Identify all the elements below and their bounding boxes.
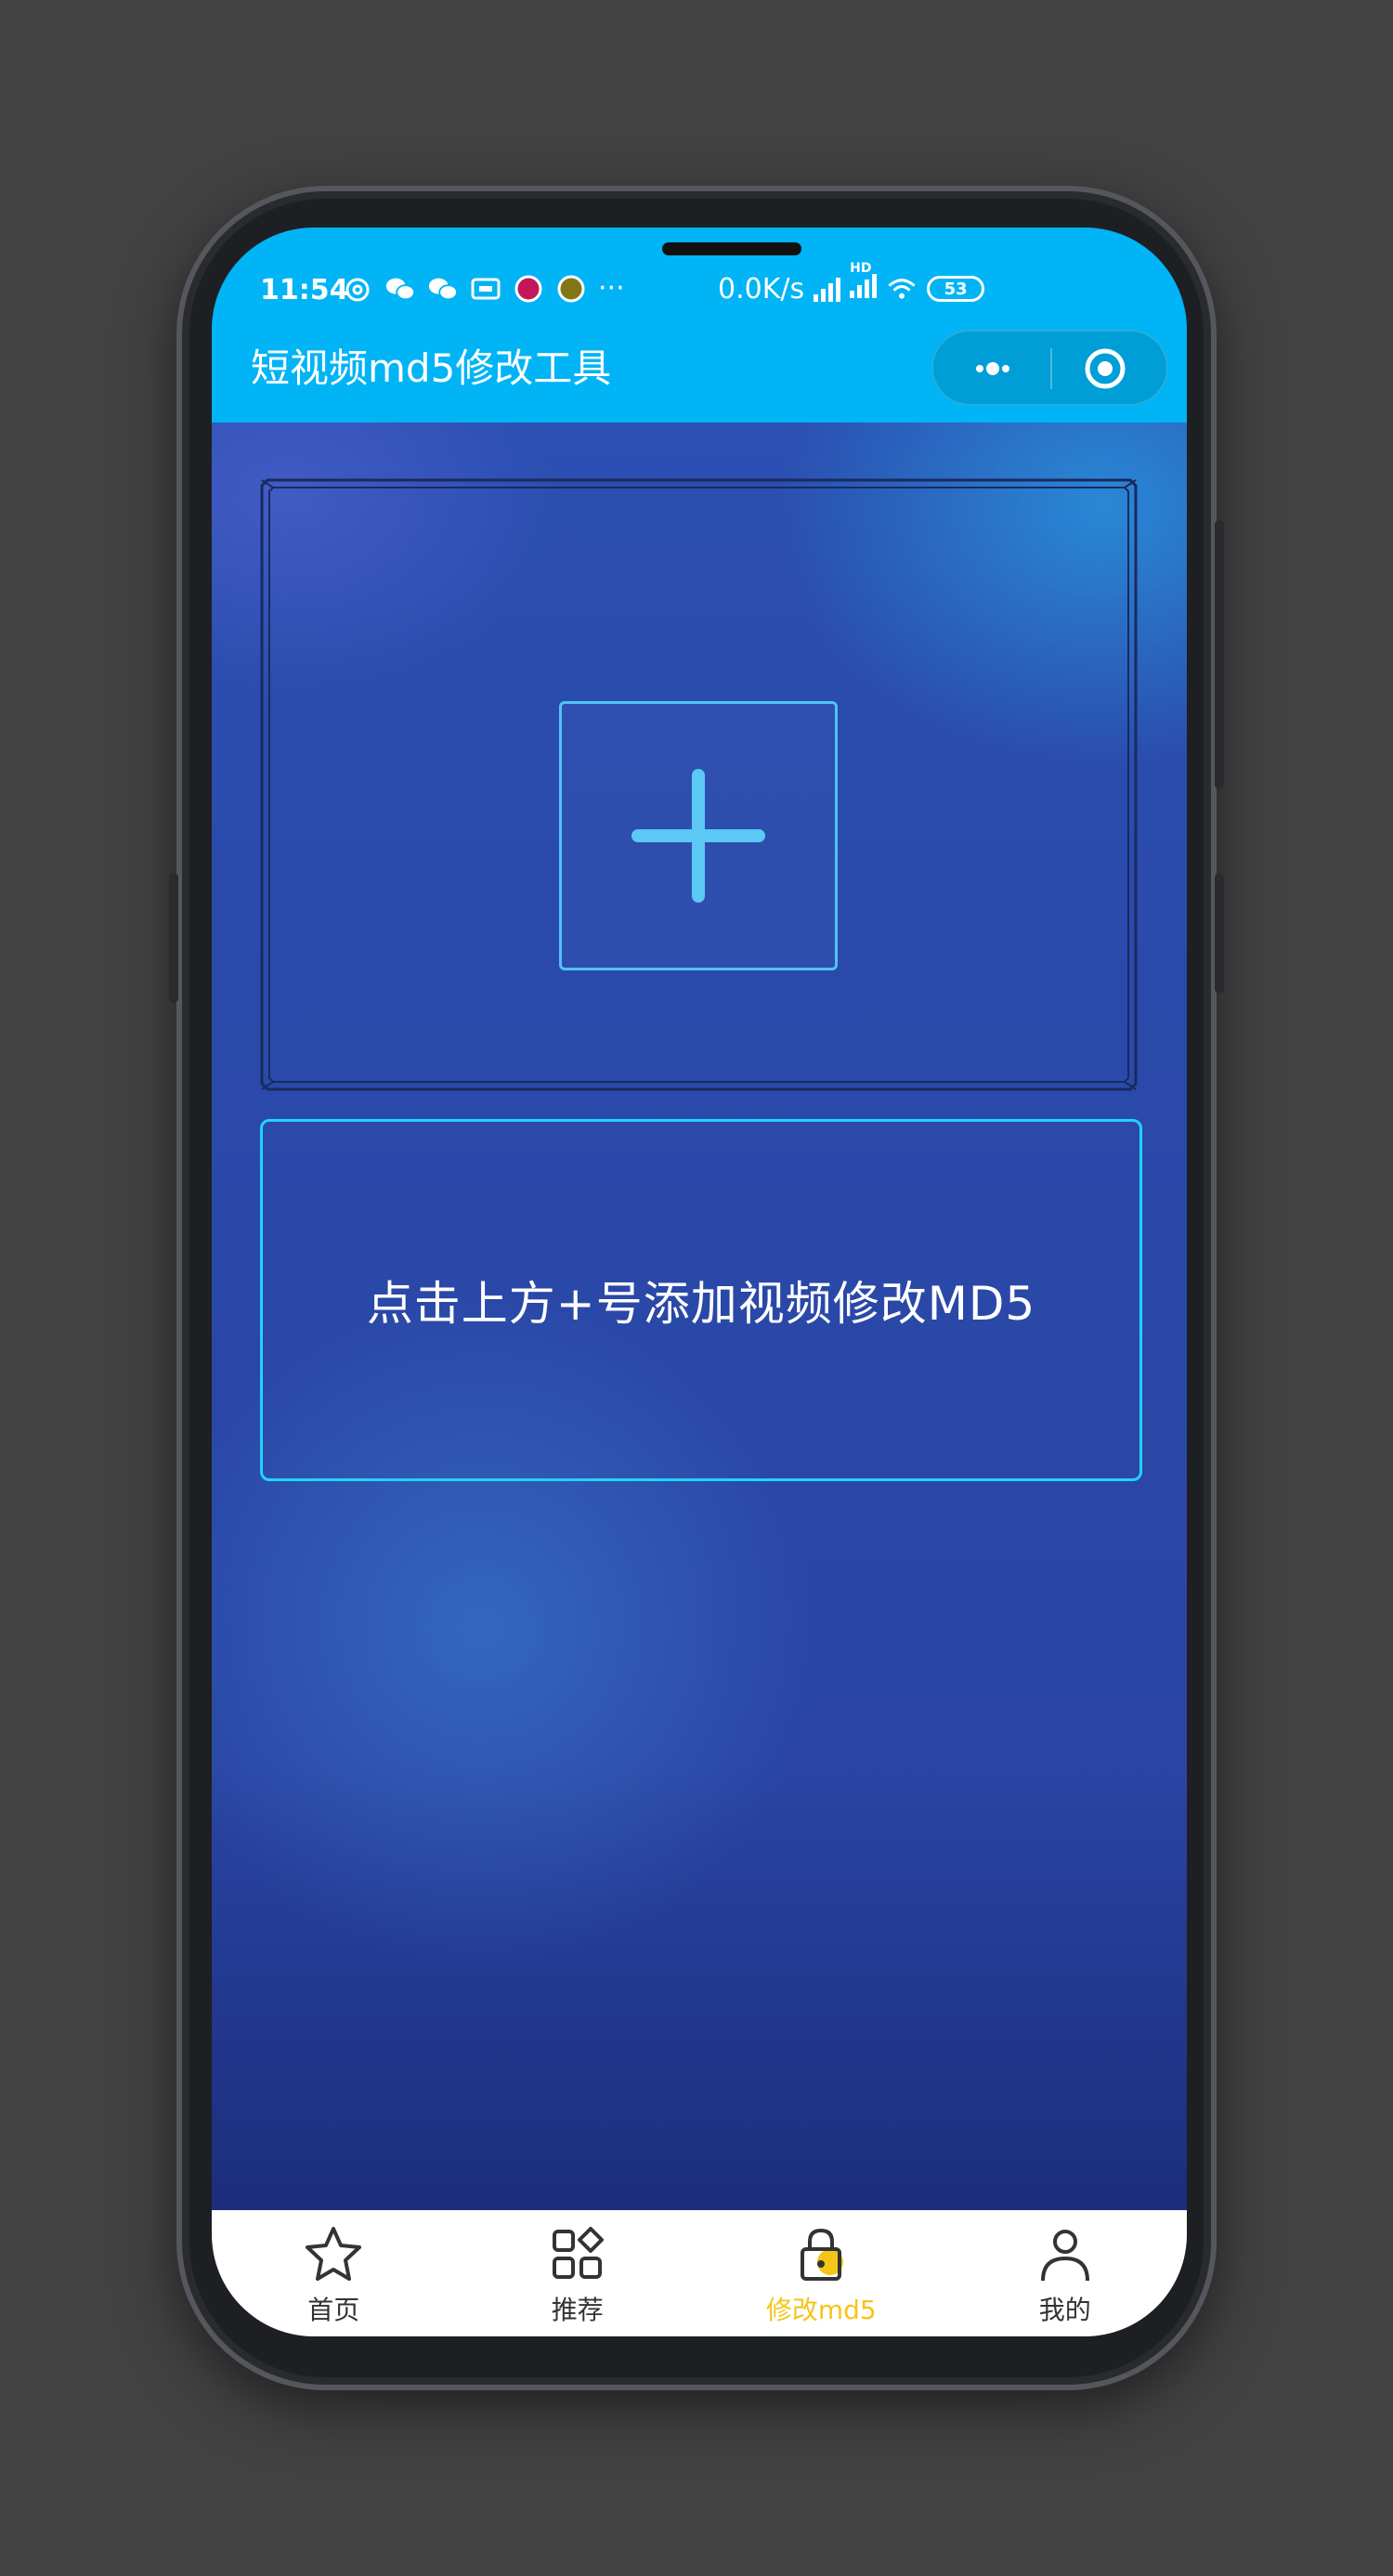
side-button <box>1215 873 1224 994</box>
user-icon <box>1040 2230 1089 2282</box>
mini-program-capsule <box>931 330 1168 406</box>
status-right: 0.0K/s HD 53 <box>718 261 985 306</box>
lock-icon <box>801 2228 844 2281</box>
tab-mine[interactable]: 我的 <box>944 2210 1188 2336</box>
grid-icon <box>552 2227 604 2279</box>
battery-level: 53 <box>944 279 968 299</box>
app-avatar-icon <box>513 273 544 305</box>
more-notifications: ··· <box>598 272 625 305</box>
status-time: 11:54 <box>260 274 349 306</box>
wechat-icon <box>427 273 459 305</box>
hint-panel: 点击上方+号添加视频修改MD5 <box>260 1119 1142 1481</box>
add-video-button[interactable] <box>559 701 838 970</box>
tab-label: 推荐 <box>551 2295 604 2325</box>
tab-label: 首页 <box>307 2295 360 2325</box>
more-menu-button[interactable] <box>959 348 1026 389</box>
target-close-icon <box>1085 348 1126 389</box>
wifi-icon <box>886 273 918 305</box>
notification-icons: ··· <box>342 272 625 305</box>
app-avatar-icon <box>555 273 587 305</box>
phone-frame: 11:54 ··· 0.0K/s HD 53 短视频md5修改工具 点击上方+号… <box>169 186 1224 2390</box>
phone-screen: 11:54 ··· 0.0K/s HD 53 短视频md5修改工具 点击上方+号… <box>212 228 1187 2336</box>
more-dots-icon <box>976 362 1009 375</box>
signal-icon <box>814 276 841 302</box>
status-bar: 11:54 ··· 0.0K/s HD 53 <box>212 261 1187 319</box>
capsule-divider <box>1050 348 1052 389</box>
video-upload-area <box>260 478 1138 1091</box>
star-icon <box>306 2227 362 2281</box>
page-title: 短视频md5修改工具 <box>251 345 612 391</box>
network-type-label: HD <box>850 261 872 276</box>
plus-icon <box>631 769 765 903</box>
volume-button <box>169 873 178 1003</box>
camera-notch <box>662 242 801 255</box>
tab-label: 修改md5 <box>765 2295 877 2325</box>
app-header: 11:54 ··· 0.0K/s HD 53 短视频md5修改工具 <box>212 228 1187 423</box>
tab-label: 我的 <box>1038 2295 1091 2325</box>
close-mini-program-button[interactable] <box>1082 345 1128 392</box>
net-speed: 0.0K/s <box>718 272 805 306</box>
tab-recommend[interactable]: 推荐 <box>456 2210 700 2336</box>
battery-icon: 53 <box>927 276 985 302</box>
bottom-tab-bar: 首页 推荐 修改md5 我的 <box>212 2210 1187 2336</box>
tab-home[interactable]: 首页 <box>212 2210 456 2336</box>
hint-text: 点击上方+号添加视频修改MD5 <box>366 1277 1036 1331</box>
netease-icon <box>342 273 373 305</box>
wechat-icon <box>384 273 416 305</box>
main-content: 点击上方+号添加视频修改MD5 <box>212 423 1187 2210</box>
power-button <box>1215 520 1224 789</box>
signal-hd-icon: HD <box>850 261 878 306</box>
tab-modify-md5[interactable]: 修改md5 <box>699 2210 944 2336</box>
cast-icon <box>470 273 501 305</box>
